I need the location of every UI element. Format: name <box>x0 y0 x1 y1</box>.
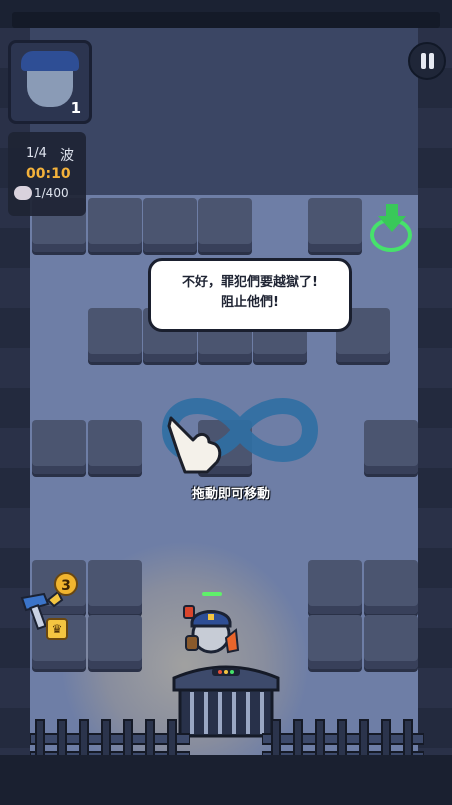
speech-bubble: 不好，罪犯們要越獄了! 阻止他們! <box>148 258 352 332</box>
stone-block <box>88 560 142 614</box>
bottom-shadow <box>0 755 452 805</box>
skull-icon <box>14 186 32 200</box>
pointing-hand-icon <box>167 416 222 474</box>
top-bar <box>12 12 440 28</box>
stone-block <box>32 420 86 474</box>
right-wall <box>418 28 452 805</box>
kill-count: 1/400 <box>34 186 69 200</box>
wave-count: 1/4 <box>26 146 47 161</box>
stone-block <box>364 420 418 474</box>
wave-timer: 00:10 <box>26 166 71 182</box>
down-arrow-head-icon <box>378 216 406 232</box>
player-health-bar <box>202 592 222 596</box>
stone-block <box>308 615 362 669</box>
stone-block <box>364 560 418 614</box>
wave-panel: 1/4 波 00:10 1/400 <box>8 132 86 216</box>
stone-block <box>88 308 142 362</box>
drag-hint-text: 拖動即可移動 <box>192 487 271 502</box>
stone-block <box>308 198 362 252</box>
pause-button[interactable] <box>408 42 446 80</box>
stone-block <box>198 198 252 252</box>
stone-block <box>88 198 142 252</box>
police-player[interactable] <box>180 600 242 662</box>
stone-block <box>143 198 197 252</box>
stone-block <box>88 615 142 669</box>
dialog-line-2: 阻止他們! <box>221 295 279 310</box>
stone-block <box>308 560 362 614</box>
crown-icon: ♛ <box>46 618 68 640</box>
dialog-line-1: 不好，罪犯們要越獄了! <box>182 275 318 290</box>
hero-level: 1 <box>70 99 81 117</box>
stone-block <box>88 420 142 474</box>
police-cap-icon <box>21 51 79 71</box>
stone-block <box>364 615 418 669</box>
wave-unit: 波 <box>60 148 74 164</box>
skill-count-badge: 3 <box>54 572 78 596</box>
hero-portrait[interactable]: 1 <box>8 40 92 124</box>
